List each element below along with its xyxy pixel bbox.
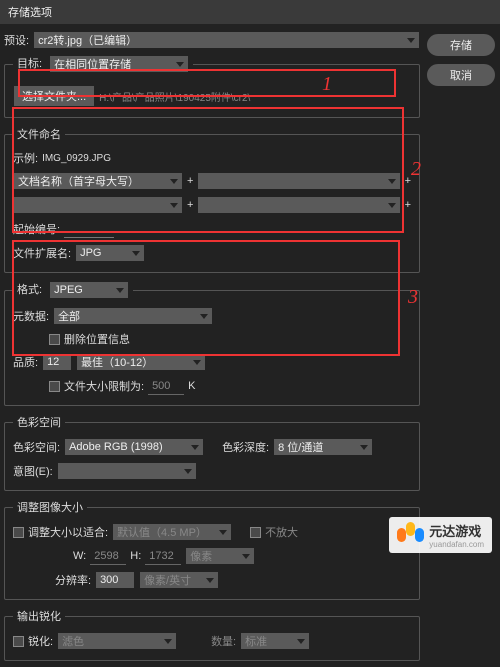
name-part-4[interactable] [197, 196, 400, 214]
chevron-down-icon [132, 251, 140, 256]
format-group: 格式: JPEG 元数据: 全部 删除位置信息 品质: 12 最佳（10-12）… [4, 281, 420, 406]
fit-select[interactable]: 默认值（4.5 MP） [112, 523, 232, 541]
chevron-down-icon [170, 203, 178, 208]
remove-location-label: 删除位置信息 [64, 331, 130, 347]
preset-select[interactable]: cr2转.jpg（已编辑） [33, 31, 420, 49]
naming-group: 文件命名 示例: IMG_0929.JPG 文档名称（首字母大写） + + + … [4, 126, 420, 273]
watermark: 元达游戏 yuandafan.com [389, 517, 492, 553]
resize-group: 调整图像大小 调整大小以适合: 默认值（4.5 MP） 不放大 W: 2598 … [4, 499, 420, 600]
depth-label: 色彩深度: [222, 439, 269, 455]
chevron-down-icon [360, 445, 368, 450]
sharpen-legend: 输出锐化 [13, 608, 65, 624]
colorspace-legend: 色彩空间 [13, 414, 65, 430]
watermark-name: 元达游戏 [429, 524, 481, 539]
meta-select[interactable]: 全部 [53, 307, 213, 325]
window-title: 存储选项 [0, 0, 500, 25]
amount-select[interactable]: 标准 [240, 632, 310, 650]
quality-label: 品质: [13, 354, 38, 370]
chevron-down-icon [116, 288, 124, 293]
space-select[interactable]: Adobe RGB (1998) [64, 438, 204, 456]
start-number-label: 起始编号: [13, 221, 60, 237]
preset-value: cr2转.jpg（已编辑） [38, 32, 137, 48]
chevron-down-icon [297, 639, 305, 644]
sharpen-checkbox[interactable] [13, 636, 24, 647]
chevron-down-icon [388, 203, 396, 208]
chevron-down-icon [407, 38, 415, 43]
ext-label: 文件扩展名: [13, 245, 71, 261]
sharpen-for-select[interactable]: 滤色 [57, 632, 177, 650]
watermark-logo-icon [397, 522, 423, 548]
limit-size-label: 文件大小限制为: [64, 378, 144, 394]
remove-location-checkbox[interactable] [49, 334, 60, 345]
ext-select[interactable]: JPG [75, 244, 145, 262]
format-select[interactable]: JPEG [49, 281, 129, 299]
start-number-input[interactable] [64, 220, 114, 238]
size-unit-select[interactable]: 像素 [185, 547, 255, 565]
chevron-down-icon [206, 578, 214, 583]
chevron-down-icon [170, 179, 178, 184]
chevron-down-icon [219, 530, 227, 535]
colorspace-group: 色彩空间 色彩空间: Adobe RGB (1998) 色彩深度: 8 位/通道… [4, 414, 420, 491]
w-label: W: [73, 550, 86, 562]
resize-legend: 调整图像大小 [13, 499, 87, 515]
chevron-down-icon [184, 469, 192, 474]
chevron-down-icon [242, 554, 250, 559]
fit-label: 调整大小以适合: [28, 524, 108, 540]
choose-folder-button[interactable]: 选择文件夹... [13, 85, 95, 107]
chevron-down-icon [191, 445, 199, 450]
res-label: 分辨率: [55, 572, 91, 588]
res-unit-select[interactable]: 像素/英寸 [139, 571, 219, 589]
quality-select[interactable]: 最佳（10-12） [76, 353, 206, 371]
chevron-down-icon [193, 360, 201, 365]
amount-label: 数量: [211, 633, 236, 649]
meta-label: 元数据: [13, 308, 49, 324]
sharpen-label: 锐化: [28, 633, 53, 649]
limit-size-checkbox[interactable] [49, 381, 60, 392]
target-group: 目标: 在相同位置存储 选择文件夹... H:\产品\产品照片\190425附件… [4, 55, 420, 118]
target-mode-select[interactable]: 在相同位置存储 [49, 55, 189, 73]
name-part-3[interactable] [13, 196, 183, 214]
noenlarge-checkbox[interactable] [250, 527, 261, 538]
intent-select[interactable] [57, 462, 197, 480]
limit-size-unit: K [188, 380, 195, 392]
name-part-1[interactable]: 文档名称（首字母大写） [13, 172, 183, 190]
chevron-down-icon [200, 314, 208, 319]
space-label: 色彩空间: [13, 439, 60, 455]
target-legend: 目标: [17, 58, 42, 70]
cancel-button[interactable]: 取消 [426, 63, 496, 87]
sharpen-group: 输出锐化 锐化: 滤色 数量: 标准 [4, 608, 420, 661]
res-input[interactable]: 300 [95, 571, 135, 589]
intent-label: 意图(E): [13, 463, 53, 479]
noenlarge-label: 不放大 [265, 524, 298, 540]
example-label: 示例: [13, 150, 38, 166]
depth-select[interactable]: 8 位/通道 [273, 438, 373, 456]
chevron-down-icon [164, 639, 172, 644]
resize-checkbox[interactable] [13, 527, 24, 538]
w-input[interactable]: 2598 [90, 547, 126, 565]
h-label: H: [130, 550, 141, 562]
limit-size-input[interactable]: 500 [148, 377, 184, 395]
example-value: IMG_0929.JPG [42, 153, 111, 164]
watermark-url: yuandafan.com [429, 540, 484, 549]
save-button[interactable]: 存储 [426, 33, 496, 57]
target-path: H:\产品\产品照片\190425附件\cr2\ [99, 89, 250, 104]
chevron-down-icon [388, 179, 396, 184]
format-legend: 格式: [17, 284, 42, 296]
h-input[interactable]: 1732 [145, 547, 181, 565]
preset-label: 预设: [4, 32, 29, 48]
chevron-down-icon [176, 62, 184, 67]
quality-input[interactable]: 12 [42, 353, 72, 371]
name-part-2[interactable] [197, 172, 400, 190]
naming-legend: 文件命名 [13, 126, 65, 142]
